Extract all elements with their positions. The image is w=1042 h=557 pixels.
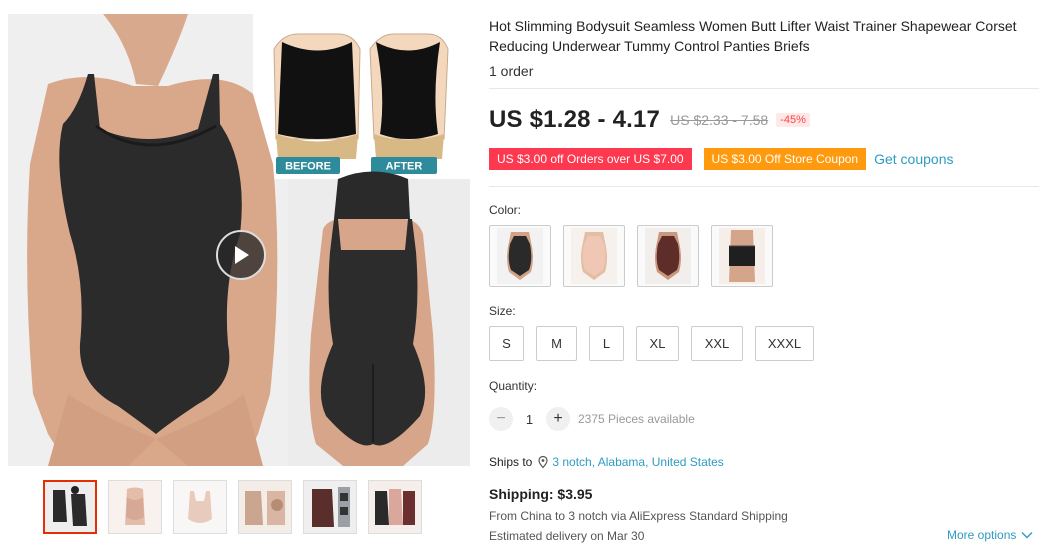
thumbnail-3[interactable]	[173, 480, 227, 534]
thumbnail-6[interactable]	[368, 480, 422, 534]
divider	[489, 186, 1039, 187]
coupon-row: US $3.00 off Orders over US $7.00 US $3.…	[489, 148, 953, 170]
color-label: Color:	[489, 203, 522, 217]
thumbnail-strip	[43, 480, 422, 534]
ship-to-location-link[interactable]: 3 notch, Alabama, United States	[552, 455, 723, 469]
size-option-s[interactable]: S	[489, 326, 524, 361]
shipping-cost: Shipping: $3.95	[489, 486, 593, 502]
original-price: US $2.33 - 7.58	[670, 112, 769, 128]
thumbnail-2[interactable]	[108, 480, 162, 534]
color-option-waist-trainer[interactable]	[711, 225, 773, 287]
estimated-delivery: Estimated delivery on Mar 30	[489, 529, 645, 543]
size-label: Size:	[489, 304, 516, 318]
before-label: BEFORE	[285, 161, 331, 173]
size-option-xl[interactable]: XL	[636, 326, 679, 361]
thumbnail-5[interactable]	[303, 480, 357, 534]
current-price: US $1.28 - 4.17	[489, 106, 661, 133]
color-options	[489, 225, 773, 287]
product-title: Hot Slimming Bodysuit Seamless Women But…	[489, 18, 1017, 54]
thumbnail-4[interactable]	[238, 480, 292, 534]
more-options-label: More options	[947, 528, 1017, 542]
size-option-xxxl[interactable]: XXXL	[755, 326, 814, 361]
location-pin-icon	[538, 455, 548, 469]
size-option-l[interactable]: L	[589, 326, 624, 361]
thumbnail-1[interactable]	[43, 480, 97, 534]
price-row: US $1.28 - 4.17 US $2.33 - 7.58 -45%	[489, 106, 810, 134]
coupon-store[interactable]: US $3.00 Off Store Coupon	[703, 148, 867, 170]
main-product-image[interactable]: BEFORE AFTER	[8, 14, 470, 466]
quantity-stepper: − 1 + 2375 Pieces available	[489, 407, 695, 431]
color-option-brown[interactable]	[637, 225, 699, 287]
get-coupons-link[interactable]: Get coupons	[874, 151, 953, 167]
size-option-xxl[interactable]: XXL	[691, 326, 743, 361]
size-options: S M L XL XXL XXXL	[489, 326, 826, 361]
after-figure	[369, 33, 449, 159]
quantity-label: Quantity:	[489, 379, 538, 393]
quantity-decrease-button[interactable]: −	[489, 407, 513, 431]
order-count: 1 order	[489, 63, 534, 79]
color-option-beige[interactable]	[563, 225, 625, 287]
coupon-orders-over[interactable]: US $3.00 off Orders over US $7.00	[489, 148, 692, 170]
divider	[489, 88, 1039, 89]
size-option-m[interactable]: M	[536, 326, 577, 361]
ships-to-label: Ships to	[489, 455, 533, 469]
quantity-increase-button[interactable]: +	[546, 407, 570, 431]
play-icon	[235, 246, 249, 264]
quantity-input[interactable]: 1	[513, 412, 546, 427]
chevron-down-icon	[1021, 532, 1033, 539]
more-options-link[interactable]: More options	[947, 528, 1033, 542]
shipping-route: From China to 3 notch via AliExpress Sta…	[489, 509, 788, 523]
play-video-button[interactable]	[216, 230, 266, 280]
after-label: AFTER	[386, 161, 423, 173]
color-option-black[interactable]	[489, 225, 551, 287]
discount-badge: -45%	[776, 113, 810, 127]
ships-to-row: Ships to 3 notch, Alabama, United States	[489, 455, 724, 469]
pieces-available: 2375 Pieces available	[578, 412, 695, 426]
